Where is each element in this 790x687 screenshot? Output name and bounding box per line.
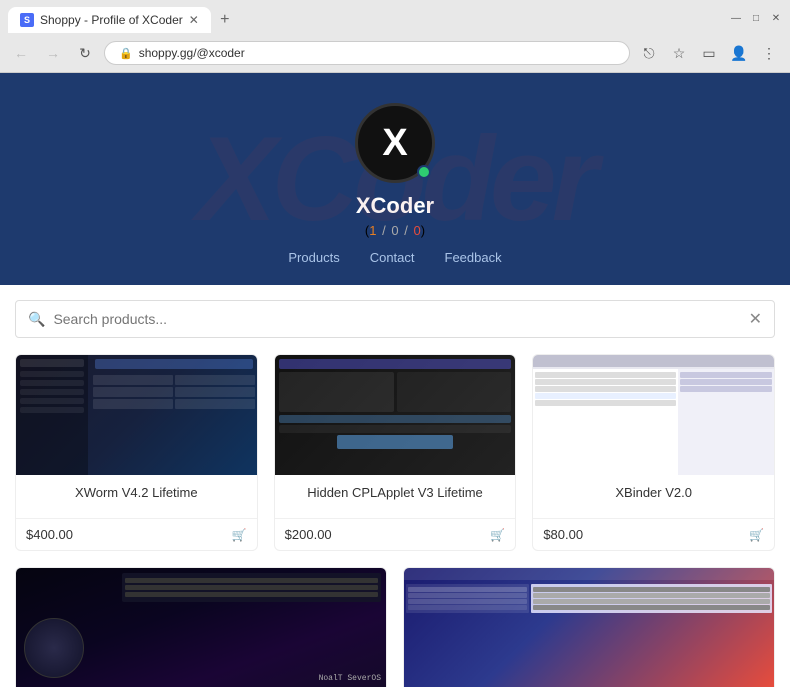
search-icon: 🔍 bbox=[28, 311, 45, 328]
product-card[interactable]: Hidden CPLApplet V3 Lifetime $200.00 🛒 bbox=[274, 354, 517, 551]
avatar-container: X bbox=[355, 103, 435, 183]
shop-header: XCoder X XCoder (1 / 0 / 0) Products Con… bbox=[0, 73, 790, 285]
product-name: XWorm V4.2 Lifetime bbox=[26, 485, 247, 500]
address-bar[interactable]: 🔒 shoppy.gg/@xcoder bbox=[104, 41, 630, 65]
product-name: XBinder V2.0 bbox=[543, 485, 764, 500]
products-grid-bottom: NoalT SeverOS H-Malware Builder V5 Lifet… bbox=[15, 567, 775, 687]
nav-actions: ⎋ ☆ ▭ 👤 ⋮ bbox=[636, 40, 782, 66]
online-status-dot bbox=[417, 165, 431, 179]
product-image bbox=[404, 568, 774, 687]
product-price: $400.00 bbox=[26, 527, 73, 542]
product-card[interactable]: XBinder V2.0 $80.00 🛒 bbox=[532, 354, 775, 551]
lock-icon: 🔒 bbox=[119, 47, 133, 60]
product-name: Hidden CPLApplet V3 Lifetime bbox=[285, 485, 506, 500]
cart-icon[interactable]: 🛒 bbox=[490, 528, 505, 542]
address-text: shoppy.gg/@xcoder bbox=[139, 46, 615, 60]
window-controls: — □ ✕ bbox=[730, 12, 782, 28]
maximize-button[interactable]: □ bbox=[750, 12, 762, 24]
tab-title: Shoppy - Profile of XCoder bbox=[40, 13, 183, 27]
minimize-button[interactable]: — bbox=[730, 12, 742, 24]
navigation-bar: ← → ↻ 🔒 shoppy.gg/@xcoder ⎋ ☆ ▭ 👤 ⋮ bbox=[0, 34, 790, 72]
product-card[interactable]: XWorm V4.2 Lifetime $400.00 🛒 bbox=[15, 354, 258, 551]
new-tab-button[interactable]: + bbox=[211, 6, 239, 34]
product-info: Hidden CPLApplet V3 Lifetime bbox=[275, 475, 516, 518]
close-button[interactable]: ✕ bbox=[770, 12, 782, 24]
extensions-icon[interactable]: ▭ bbox=[696, 40, 722, 66]
share-icon[interactable]: ⎋ bbox=[636, 40, 662, 66]
avatar-letter: X bbox=[382, 122, 407, 165]
product-image bbox=[16, 355, 257, 475]
tab-close-button[interactable]: ✕ bbox=[189, 13, 199, 27]
page-content: XCoder X XCoder (1 / 0 / 0) Products Con… bbox=[0, 73, 790, 687]
search-clear-button[interactable]: ✕ bbox=[749, 309, 762, 329]
reload-button[interactable]: ↻ bbox=[72, 40, 98, 66]
product-image bbox=[533, 355, 774, 475]
bookmark-icon[interactable]: ☆ bbox=[666, 40, 692, 66]
product-footer: $80.00 🛒 bbox=[533, 518, 774, 550]
back-button[interactable]: ← bbox=[8, 40, 34, 66]
product-image bbox=[275, 355, 516, 475]
menu-icon[interactable]: ⋮ bbox=[756, 40, 782, 66]
products-grid: XWorm V4.2 Lifetime $400.00 🛒 bbox=[15, 354, 775, 551]
forward-button[interactable]: → bbox=[40, 40, 66, 66]
product-info: XBinder V2.0 bbox=[533, 475, 774, 518]
products-area: 🔍 ✕ bbox=[0, 285, 790, 687]
profile-icon[interactable]: 👤 bbox=[726, 40, 752, 66]
browser-chrome: S Shoppy - Profile of XCoder ✕ + — □ ✕ ←… bbox=[0, 0, 790, 73]
product-footer: $200.00 🛒 bbox=[275, 518, 516, 550]
browser-tab[interactable]: S Shoppy - Profile of XCoder ✕ bbox=[8, 7, 211, 33]
product-image: NoalT SeverOS bbox=[16, 568, 386, 687]
product-card[interactable]: NoalT SeverOS H-Malware Builder V5 Lifet… bbox=[15, 567, 387, 687]
title-bar: S Shoppy - Profile of XCoder ✕ + — □ ✕ bbox=[0, 0, 790, 34]
tab-favicon: S bbox=[20, 13, 34, 27]
search-input[interactable] bbox=[53, 311, 748, 327]
product-info: XWorm V4.2 Lifetime bbox=[16, 475, 257, 518]
product-footer: $400.00 🛒 bbox=[16, 518, 257, 550]
product-price: $200.00 bbox=[285, 527, 332, 542]
cart-icon[interactable]: 🛒 bbox=[749, 528, 764, 542]
product-price: $80.00 bbox=[543, 527, 583, 542]
cart-icon[interactable]: 🛒 bbox=[232, 528, 247, 542]
search-bar: 🔍 ✕ bbox=[15, 300, 775, 338]
product-card[interactable]: XWorm V5.0 Edition Lifetime bbox=[403, 567, 775, 687]
